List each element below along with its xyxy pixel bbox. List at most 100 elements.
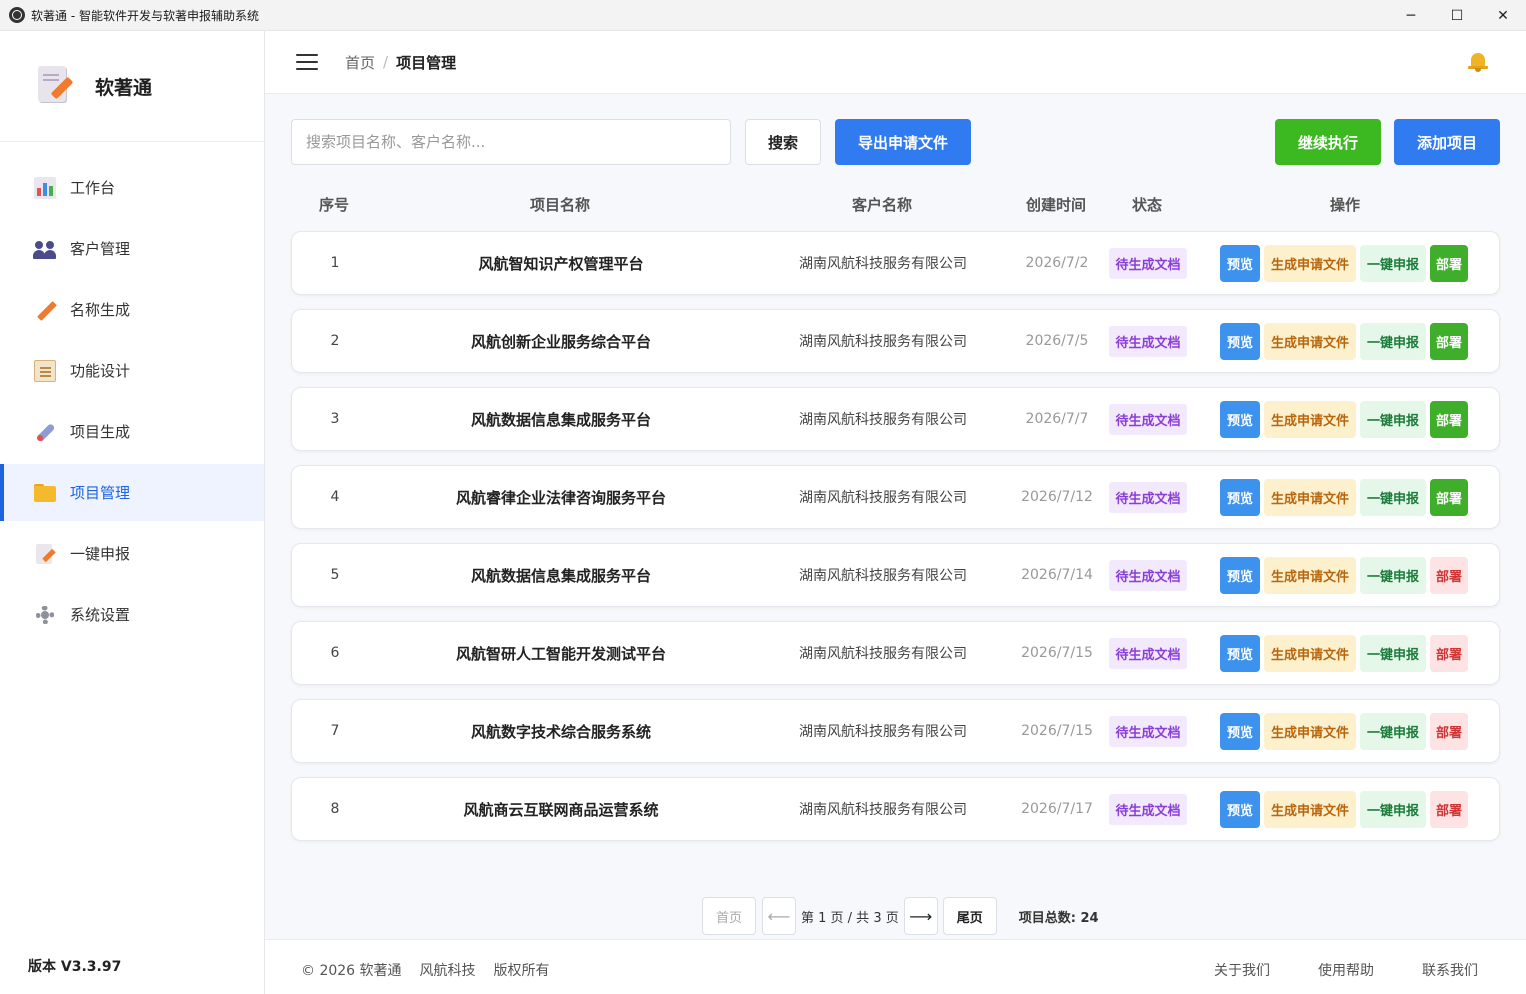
page-info: 第 1 页 / 共 3 页 <box>801 910 899 926</box>
about-us-link[interactable]: 关于我们 <box>1214 960 1270 980</box>
deploy-button[interactable]: 部署 <box>1430 322 1468 360</box>
sidebar-item-label: 客户管理 <box>70 240 131 258</box>
generate-application-button[interactable]: 生成申请文件 <box>1264 400 1356 438</box>
footer-copyright: © 2026 软著通 <box>301 963 402 979</box>
generate-application-button[interactable]: 生成申请文件 <box>1264 244 1356 282</box>
preview-button[interactable]: 预览 <box>1220 322 1260 360</box>
deploy-button[interactable]: 部署 <box>1430 244 1468 282</box>
sidebar-item-label: 项目管理 <box>70 484 131 502</box>
generate-application-button[interactable]: 生成申请文件 <box>1264 712 1356 750</box>
status-cell: 待生成文档 <box>1109 388 1187 450</box>
help-link[interactable]: 使用帮助 <box>1318 960 1374 980</box>
bell-icon[interactable] <box>1468 52 1488 72</box>
row-number: 4 <box>330 489 340 505</box>
breadcrumb-home[interactable]: 首页 <box>345 52 375 73</box>
client-name: 湖南风航科技服务有限公司 <box>799 802 967 818</box>
deploy-button[interactable]: 部署 <box>1430 400 1468 438</box>
sidebar: 软著通 工作台 客户管理 名称生成 功能设计 项目生成 项目管理 一键申报 系统… <box>0 31 265 994</box>
generate-application-button[interactable]: 生成申请文件 <box>1264 478 1356 516</box>
row-number: 6 <box>330 645 340 661</box>
column-header-client: 客户名称 <box>851 196 912 214</box>
status-cell: 待生成文档 <box>1109 700 1187 762</box>
generate-application-button[interactable]: 生成申请文件 <box>1264 790 1356 828</box>
one-click-submit-button[interactable]: 一键申报 <box>1360 244 1426 282</box>
deploy-button[interactable]: 部署 <box>1430 790 1468 828</box>
sidebar-item-project-management[interactable]: 项目管理 <box>0 464 264 521</box>
export-application-button[interactable]: 导出申请文件 <box>835 119 971 165</box>
first-page-button[interactable]: 首页 <box>702 897 756 935</box>
footer-links: 关于我们 使用帮助 联系我们 <box>1214 960 1478 980</box>
last-page-button[interactable]: 尾页 <box>942 897 997 935</box>
search-input[interactable] <box>291 119 731 165</box>
status-badge: 待生成文档 <box>1109 325 1187 357</box>
contact-us-link[interactable]: 联系我们 <box>1422 960 1478 980</box>
sidebar-item-label: 功能设计 <box>70 362 131 380</box>
created-date: 2026/7/2 <box>1025 255 1089 271</box>
window-controls: ─ ☐ ✕ <box>1388 0 1526 31</box>
maximize-button[interactable]: ☐ <box>1434 0 1480 31</box>
deploy-button[interactable]: 部署 <box>1430 712 1468 750</box>
created-date: 2026/7/7 <box>1025 411 1089 427</box>
footer: © 2026 软著通 风航科技 版权所有 关于我们 使用帮助 联系我们 <box>265 939 1526 994</box>
created-date: 2026/7/12 <box>1021 489 1093 505</box>
continue-execution-button[interactable]: 继续执行 <box>1275 119 1381 165</box>
project-name: 风航创新企业服务综合平台 <box>470 332 651 351</box>
row-number: 5 <box>330 567 340 583</box>
one-click-submit-button[interactable]: 一键申报 <box>1360 400 1426 438</box>
folder-icon <box>34 482 56 504</box>
client-name: 湖南风航科技服务有限公司 <box>799 256 967 272</box>
table-header: 序号 项目名称 客户名称 创建时间 状态 操作 <box>291 190 1500 218</box>
window-title: 软著通 - 智能软件开发与软著申报辅助系统 <box>31 8 259 23</box>
column-header-date: 创建时间 <box>1025 196 1086 214</box>
preview-button[interactable]: 预览 <box>1220 400 1260 438</box>
preview-button[interactable]: 预览 <box>1220 634 1260 672</box>
app-logo-icon <box>36 66 74 106</box>
brand: 软著通 <box>0 31 264 142</box>
project-name: 风航商云互联网商品运营系统 <box>463 800 659 819</box>
prev-page-button[interactable]: ⟵ <box>762 897 796 935</box>
sidebar-item-one-click-submit[interactable]: 一键申报 <box>0 525 264 582</box>
deploy-button[interactable]: 部署 <box>1430 556 1468 594</box>
preview-button[interactable]: 预览 <box>1220 478 1260 516</box>
project-name: 风航数据信息集成服务平台 <box>470 566 651 585</box>
footer-company: 风航科技 <box>419 963 476 979</box>
generate-application-button[interactable]: 生成申请文件 <box>1264 322 1356 360</box>
version-label: 版本 V3.3.97 <box>28 959 122 975</box>
one-click-submit-button[interactable]: 一键申报 <box>1360 556 1426 594</box>
row-actions: 预览 生成申请文件 一键申报 部署 <box>1220 466 1472 528</box>
one-click-submit-button[interactable]: 一键申报 <box>1360 790 1426 828</box>
row-actions: 预览 生成申请文件 一键申报 部署 <box>1220 310 1472 372</box>
preview-button[interactable]: 预览 <box>1220 556 1260 594</box>
status-cell: 待生成文档 <box>1109 778 1187 840</box>
sidebar-item-workbench[interactable]: 工作台 <box>0 159 264 216</box>
row-actions: 预览 生成申请文件 一键申报 部署 <box>1220 232 1472 294</box>
sidebar-item-function-design[interactable]: 功能设计 <box>0 342 264 399</box>
close-button[interactable]: ✕ <box>1480 0 1526 31</box>
one-click-submit-button[interactable]: 一键申报 <box>1360 478 1426 516</box>
deploy-button[interactable]: 部署 <box>1430 478 1468 516</box>
project-name: 风航数字技术综合服务系统 <box>470 722 651 741</box>
search-button[interactable]: 搜索 <box>745 119 821 165</box>
next-page-button[interactable]: ⟶ <box>903 897 938 935</box>
sidebar-item-settings[interactable]: 系统设置 <box>0 586 264 643</box>
created-date: 2026/7/5 <box>1025 333 1089 349</box>
one-click-submit-button[interactable]: 一键申报 <box>1360 634 1426 672</box>
one-click-submit-button[interactable]: 一键申报 <box>1360 322 1426 360</box>
client-name: 湖南风航科技服务有限公司 <box>799 490 967 506</box>
menu-toggle-icon[interactable] <box>296 54 318 70</box>
generate-application-button[interactable]: 生成申请文件 <box>1264 556 1356 594</box>
deploy-button[interactable]: 部署 <box>1430 634 1468 672</box>
sidebar-item-clients[interactable]: 客户管理 <box>0 220 264 277</box>
one-click-submit-button[interactable]: 一键申报 <box>1360 712 1426 750</box>
status-cell: 待生成文档 <box>1109 622 1187 684</box>
preview-button[interactable]: 预览 <box>1220 790 1260 828</box>
sidebar-item-project-generation[interactable]: 项目生成 <box>0 403 264 460</box>
preview-button[interactable]: 预览 <box>1220 244 1260 282</box>
brand-name: 软著通 <box>95 76 153 99</box>
add-project-button[interactable]: 添加项目 <box>1394 119 1500 165</box>
minimize-button[interactable]: ─ <box>1388 0 1434 31</box>
generate-application-button[interactable]: 生成申请文件 <box>1264 634 1356 672</box>
sidebar-item-name-generation[interactable]: 名称生成 <box>0 281 264 338</box>
preview-button[interactable]: 预览 <box>1220 712 1260 750</box>
created-date: 2026/7/14 <box>1021 567 1093 583</box>
